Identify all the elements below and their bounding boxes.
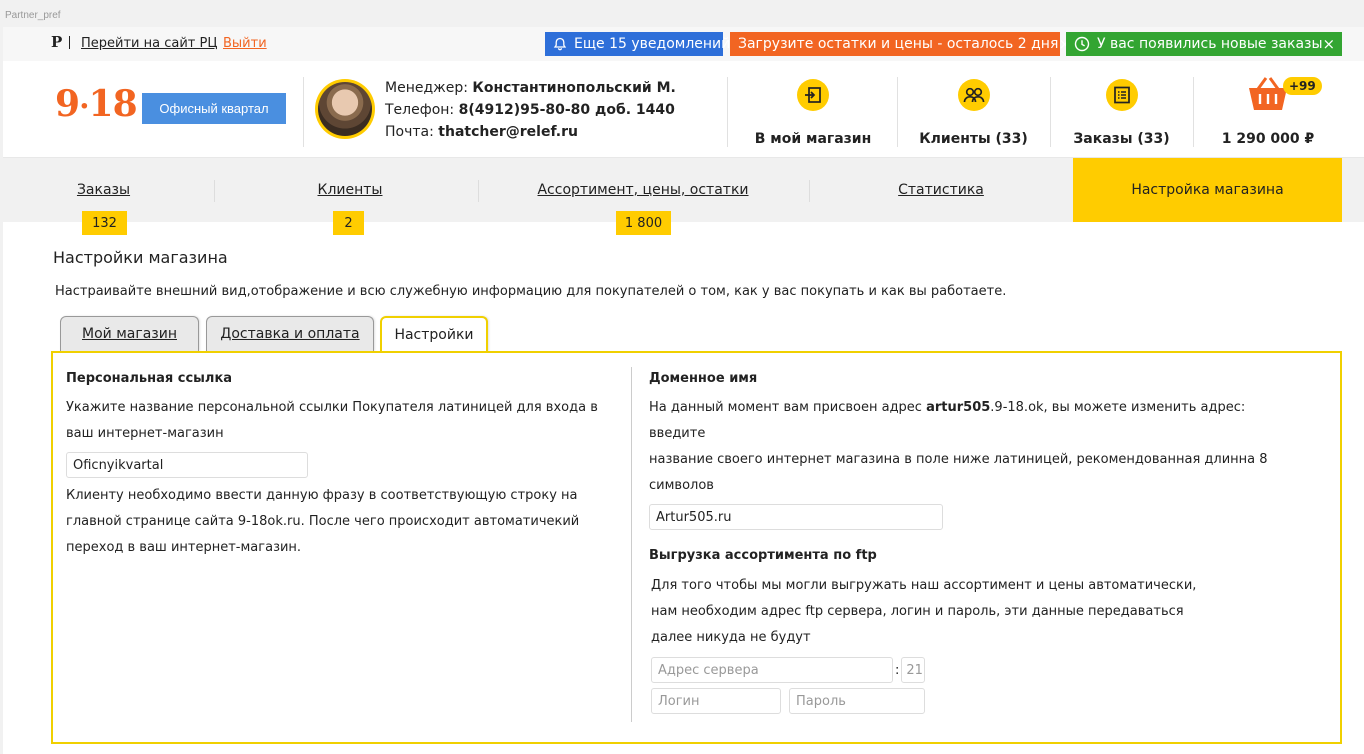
tab-delivery-payment[interactable]: Доставка и оплата	[206, 316, 374, 351]
divider	[727, 77, 728, 147]
page-description: Настраивайте внешний вид,отображение и в…	[55, 284, 1007, 299]
users-icon	[957, 79, 990, 111]
section-heading: Персональная ссылка	[66, 371, 233, 386]
tab-store-settings[interactable]: Настройка магазина	[1073, 158, 1342, 222]
personal-link-section: Персональная ссылка Укажите название пер…	[66, 353, 616, 561]
section-heading: Доменное имя	[649, 371, 758, 386]
section-heading: Выгрузка ассортимента по ftp	[649, 548, 877, 563]
ftp-server-input[interactable]: Адрес сервера	[651, 657, 893, 683]
avatar	[315, 79, 375, 139]
divider	[303, 77, 304, 147]
current-domain: artur505	[926, 400, 991, 415]
clock-icon	[1074, 36, 1090, 52]
header: 9·18 Офисный квартал Менеджер: Константи…	[3, 61, 1364, 158]
cart-total: 1 290 000 ₽	[1221, 131, 1315, 147]
personal-link-note: Клиенту необходимо ввести данную фразу в…	[66, 488, 580, 555]
new-orders-alert[interactable]: У вас появились новые заказы ×	[1066, 32, 1342, 56]
manager-name: Константинопольский М.	[472, 80, 676, 96]
ftp-credentials-row: Логин Пароль	[649, 688, 1269, 714]
divider	[631, 367, 632, 722]
frame-label: Partner_pref	[5, 10, 61, 21]
ftp-login-input[interactable]: Логин	[651, 688, 781, 714]
tab-statistics[interactable]: Статистика	[809, 158, 1073, 222]
clients-count-badge: 2	[333, 211, 364, 235]
ftp-server-row: Адрес сервера : 21	[649, 657, 1269, 683]
personal-link-hint: Укажите название персональной ссылки Пок…	[66, 400, 598, 441]
tab-my-store[interactable]: Мой магазин	[60, 316, 199, 351]
cart-button[interactable]: +99 1 290 000 ₽	[1193, 73, 1343, 153]
upload-alert-label: Загрузите остатки и цены - осталось 2 дн…	[738, 36, 1059, 52]
notifications-label: Еще 15 уведомлений	[574, 36, 731, 52]
orders-count-badge: 132	[82, 211, 127, 235]
bell-icon	[553, 37, 567, 51]
personal-link-input[interactable]: Oficnyikvartal	[66, 452, 308, 478]
enter-store-icon	[797, 79, 829, 111]
port-separator: :	[895, 662, 900, 678]
page-title: Настройки магазина	[53, 248, 228, 267]
orders-button[interactable]: Заказы (33)	[1050, 73, 1193, 153]
app-window: Р Перейти на сайт РЦ Выйти Еще 15 уведом…	[3, 27, 1364, 754]
store-name-button[interactable]: Офисный квартал	[142, 93, 286, 124]
ftp-password-input[interactable]: Пароль	[789, 688, 925, 714]
manager-contact: Менеджер: Константинопольский М. Телефон…	[385, 80, 676, 140]
manager-email: thatcher@relef.ru	[438, 124, 578, 140]
main-nav: Заказы Клиенты Ассортимент, цены, остатк…	[3, 158, 1364, 222]
new-orders-label: У вас появились новые заказы	[1097, 36, 1323, 52]
top-bar: Р Перейти на сайт РЦ Выйти Еще 15 уведом…	[3, 27, 1364, 61]
domain-section: Доменное имя На данный момент вам присво…	[649, 353, 1269, 714]
orders-list-icon	[1105, 79, 1138, 111]
domain-hint: На данный момент вам присвоен адрес artu…	[649, 400, 1268, 493]
relef-logo[interactable]: Р	[51, 33, 62, 51]
ftp-port-input[interactable]: 21	[901, 657, 926, 683]
notifications-button[interactable]: Еще 15 уведомлений	[545, 32, 730, 56]
manager-phone: 8(4912)95-80-80 доб. 1440	[458, 102, 675, 118]
tab-settings[interactable]: Настройки	[380, 316, 488, 352]
domain-input[interactable]: Artur505.ru	[649, 504, 943, 530]
assortment-count-badge: 1 800	[616, 211, 671, 235]
logout-link[interactable]: Выйти	[223, 36, 267, 51]
my-store-button[interactable]: В мой магазин	[729, 73, 897, 153]
basket-icon	[1246, 73, 1290, 117]
divider	[69, 36, 70, 49]
ftp-hint: Для того чтобы мы могли выгружать наш ас…	[651, 578, 1197, 645]
upload-alert[interactable]: Загрузите остатки и цены - осталось 2 дн…	[730, 32, 1071, 56]
cart-count-badge: +99	[1283, 77, 1322, 95]
brand-logo[interactable]: 9·18	[55, 83, 138, 125]
clients-button[interactable]: Клиенты (33)	[897, 73, 1050, 153]
close-icon[interactable]: ×	[1323, 35, 1336, 53]
settings-panel: Персональная ссылка Укажите название пер…	[51, 351, 1342, 744]
go-to-rc-link[interactable]: Перейти на сайт РЦ	[81, 36, 217, 51]
